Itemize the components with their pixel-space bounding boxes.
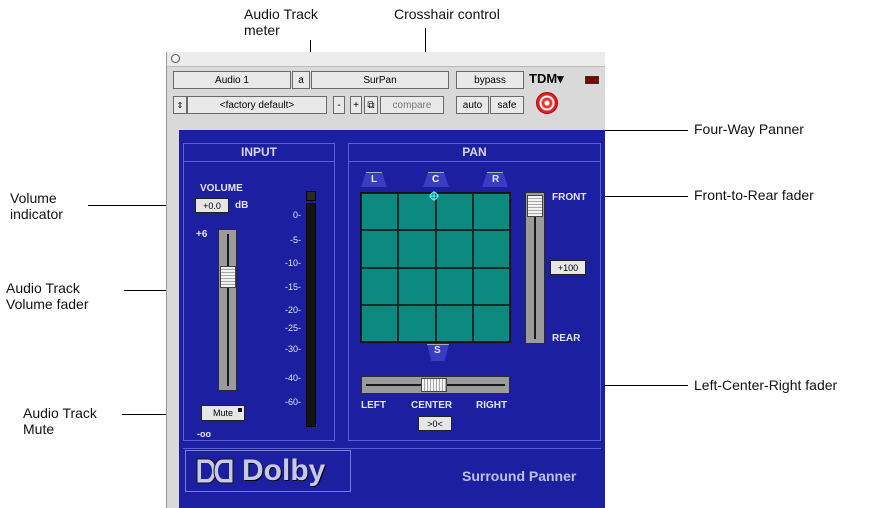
front-label: FRONT: [552, 192, 587, 203]
surround-speaker-label: S: [434, 345, 441, 356]
lcr-fader-handle[interactable]: [421, 378, 447, 392]
volume-label: VOLUME: [200, 183, 243, 194]
annotation-crosshair-control: Crosshair control: [394, 6, 500, 22]
annotation-text: meter: [244, 22, 280, 38]
dolby-logo: Dolby: [185, 450, 351, 492]
lcr-fader-track[interactable]: [361, 376, 510, 394]
front-rear-fader-track[interactable]: [525, 192, 545, 344]
meter-tick: -15-: [284, 282, 301, 292]
surround-panner-panel: INPUT VOLUME +0.0 dB +6 -oo Mute 0- -5- …: [179, 130, 605, 508]
audio-track-meter: [306, 203, 316, 427]
annotation-text: Audio Track: [23, 405, 97, 421]
front-rear-value[interactable]: +100: [550, 260, 586, 275]
meter-tick: -25-: [284, 323, 301, 333]
next-preset-button[interactable]: +: [350, 96, 362, 114]
input-title: INPUT: [241, 145, 277, 159]
preset-selector[interactable]: <factory default>: [187, 96, 327, 114]
plugin-window: Audio 1 a SurPan bypass TDM▾ ⇕ <factory …: [166, 52, 605, 508]
volume-fader-track[interactable]: [218, 229, 237, 391]
annotation-text: Audio Track: [244, 6, 318, 22]
compare-button[interactable]: compare: [380, 96, 444, 114]
front-rear-fader-handle[interactable]: [527, 195, 543, 217]
product-name: Surround Panner: [462, 468, 577, 484]
auto-button[interactable]: auto: [456, 96, 489, 114]
fader-max-label: +6: [196, 229, 208, 240]
format-arrow-icon: ▾: [557, 71, 564, 86]
channel-selector[interactable]: a: [292, 71, 310, 89]
annotation-lcr-fader: Left-Center-Right fader: [694, 377, 838, 393]
annotation-text: Volume: [10, 190, 57, 206]
preset-stepper-icon[interactable]: ⇕: [173, 96, 187, 114]
lcr-center-label: CENTER: [411, 400, 453, 411]
plugin-selector[interactable]: SurPan: [311, 71, 449, 89]
leader-line: [604, 130, 688, 131]
dolby-double-d-icon: [196, 458, 234, 484]
mute-button[interactable]: Mute: [201, 405, 245, 421]
volume-fader-handle[interactable]: [220, 266, 236, 288]
pan-title: PAN: [462, 145, 487, 159]
center-speaker-label: C: [432, 174, 440, 185]
format-indicator[interactable]: TDM▾: [529, 71, 564, 87]
crosshair-icon: [429, 191, 439, 201]
safe-button[interactable]: safe: [490, 96, 524, 114]
target-icon[interactable]: [536, 92, 558, 114]
divider: [183, 161, 335, 162]
annotation-text: Mute: [23, 421, 55, 437]
lcr-left-label: LEFT: [361, 400, 386, 411]
left-speaker-label: L: [371, 174, 378, 185]
fader-min-label: -oo: [197, 429, 211, 439]
annotation-audio-track-mute: Audio Track Mute: [23, 405, 97, 437]
volume-unit: dB: [235, 200, 249, 211]
track-name-selector[interactable]: Audio 1: [173, 71, 291, 89]
bypass-button[interactable]: bypass: [456, 71, 524, 89]
meter-tick: -20-: [284, 305, 301, 315]
annotation-four-way-panner: Four-Way Panner: [694, 121, 804, 137]
annotation-text: Audio Track: [6, 280, 80, 296]
fader-groove: [534, 197, 536, 339]
mute-label: Mute: [212, 408, 233, 418]
copy-settings-icon[interactable]: ⧉: [364, 96, 378, 114]
annotation-front-to-rear-fader: Front-to-Rear fader: [694, 187, 814, 203]
window-titlebar: [167, 52, 605, 67]
volume-indicator[interactable]: +0.0: [195, 198, 229, 213]
annotation-audio-track-meter: Audio Track meter: [244, 6, 318, 38]
clip-indicator-icon: [585, 76, 599, 84]
meter-tick: 0-: [292, 210, 301, 220]
previous-preset-button[interactable]: -: [333, 96, 345, 114]
lcr-value[interactable]: >0<: [418, 416, 452, 431]
meter-tick: -60-: [284, 397, 301, 407]
rear-label: REAR: [552, 333, 581, 344]
meter-clip-icon: [306, 191, 316, 201]
fader-groove: [227, 234, 229, 386]
right-speaker-label: R: [492, 174, 500, 185]
meter-tick: -10-: [284, 258, 301, 268]
meter-tick: -30-: [284, 344, 301, 354]
annotation-volume-indicator: Volume indicator: [10, 190, 63, 222]
divider: [183, 448, 601, 449]
annotation-audio-track-volume-fader: Audio Track Volume fader: [6, 280, 89, 312]
annotation-text: indicator: [10, 206, 63, 222]
close-box-icon[interactable]: [171, 54, 180, 63]
format-label: TDM: [529, 71, 558, 86]
divider: [348, 161, 601, 162]
brand-name: Dolby: [242, 454, 326, 487]
mute-led-icon: [238, 408, 242, 412]
lcr-right-label: RIGHT: [476, 400, 508, 411]
annotation-text: Volume fader: [6, 296, 89, 312]
crosshair-control[interactable]: [429, 188, 439, 201]
meter-tick: -5-: [290, 235, 301, 245]
meter-tick: -40-: [284, 373, 301, 383]
pan-grid[interactable]: [360, 192, 511, 343]
